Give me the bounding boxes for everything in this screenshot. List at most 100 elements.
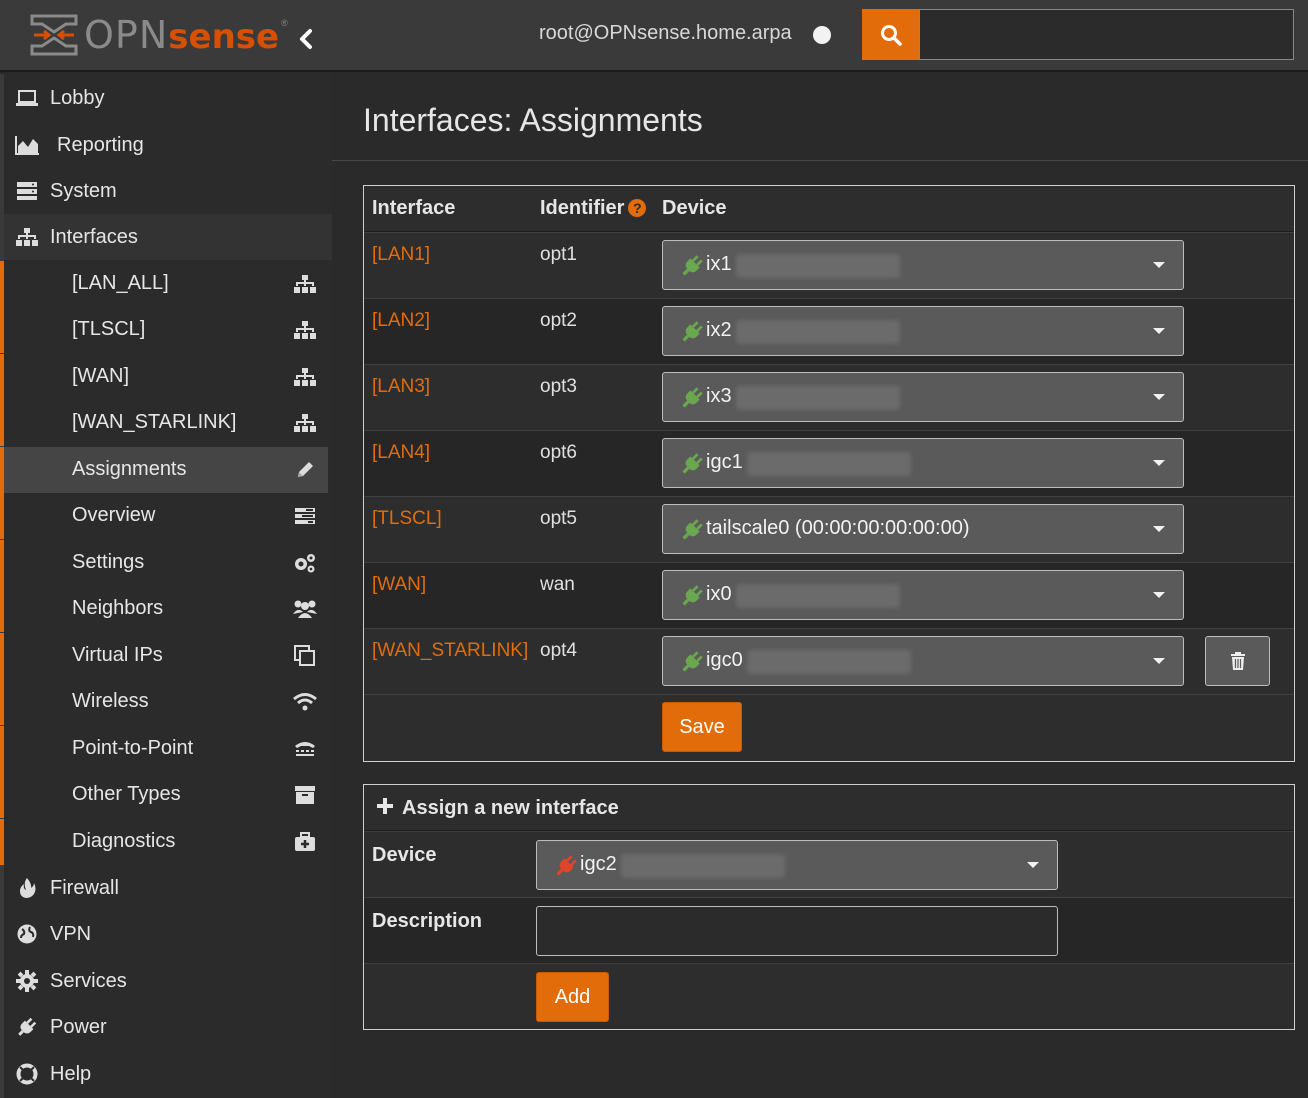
sidebar-subitem-other-types[interactable]: Other Types <box>0 772 328 818</box>
sidebar-item-label: Reporting <box>57 133 144 156</box>
device-select[interactable]: ix0 <box>662 570 1184 620</box>
column-header-identifier: Identifier? <box>540 197 647 220</box>
plug-connected-icon <box>682 519 703 540</box>
add-form-row: Add <box>364 963 1294 1029</box>
sidebar-subitem-wan-starlink[interactable]: [WAN_STARLINK] <box>0 400 328 446</box>
logo-registered-mark: ® <box>281 18 288 28</box>
caret-down-icon <box>1153 658 1165 664</box>
sidebar-item-vpn[interactable]: VPN <box>4 911 332 957</box>
table-header: Interface Identifier? Device <box>364 186 1294 232</box>
device-select[interactable]: igc0 <box>662 636 1184 686</box>
tasks-icon <box>292 503 318 529</box>
device-select[interactable]: igc1 <box>662 438 1184 488</box>
sidebar-item-system[interactable]: System <box>4 168 332 214</box>
sidebar-subitem-wireless[interactable]: Wireless <box>0 679 328 725</box>
plug-connected-icon <box>682 453 703 474</box>
device-name: ix3 <box>706 385 732 407</box>
clone-icon <box>292 643 318 669</box>
sidebar-subitem-label: Virtual IPs <box>72 644 163 666</box>
sidebar-subitem-virtual-ips[interactable]: Virtual IPs <box>0 633 328 679</box>
plug-connected-icon <box>682 651 703 672</box>
identifier-cell: opt2 <box>540 310 577 331</box>
identifier-cell: opt5 <box>540 508 577 529</box>
redacted-mac <box>621 854 785 878</box>
table-row: [LAN1] opt1 ix1 <box>364 232 1294 298</box>
tty-icon <box>292 736 318 762</box>
help-icon[interactable]: ? <box>628 199 647 217</box>
sidebar-subitem-lan-all[interactable]: [LAN_ALL] <box>0 261 328 307</box>
sidebar-subitem-label: [WAN] <box>72 365 130 387</box>
sidebar-subitem-assignments[interactable]: Assignments <box>0 447 328 493</box>
description-input[interactable] <box>536 906 1058 956</box>
sidebar-item-help[interactable]: Help <box>4 1051 332 1097</box>
device-label: Device <box>372 844 437 866</box>
sidebar-subitem-neighbors[interactable]: Neighbors <box>0 586 328 632</box>
sidebar-subitem-label: Diagnostics <box>72 830 176 852</box>
table-row: [LAN4] opt6 igc1 <box>364 430 1294 496</box>
sidebar-item-interfaces[interactable]: Interfaces <box>4 214 332 260</box>
sitemap-icon <box>292 271 318 297</box>
device-select[interactable]: ix1 <box>662 240 1184 290</box>
table-row: [WAN_STARLINK] opt4 igc0 <box>364 628 1294 694</box>
redacted-mac <box>736 320 900 344</box>
column-header-identifier-label: Identifier <box>540 197 625 219</box>
device-select[interactable]: ix2 <box>662 306 1184 356</box>
device-name: igc2 <box>580 853 617 875</box>
sidebar-collapse-button[interactable] <box>292 22 320 56</box>
interface-link[interactable]: [LAN3] <box>372 376 430 398</box>
sidebar-subitem-settings[interactable]: Settings <box>0 540 328 586</box>
opnsense-logo[interactable]: OPNsense ® <box>30 12 288 58</box>
device-select[interactable]: ix3 <box>662 372 1184 422</box>
top-header: OPNsense ® root@OPNsense.home.arpa <box>0 0 1308 72</box>
status-indicator-icon[interactable] <box>813 26 831 44</box>
interface-link[interactable]: [LAN2] <box>372 310 430 332</box>
device-name: tailscale0 (00:00:00:00:00:00) <box>706 517 970 539</box>
sidebar-item-reporting[interactable]: Reporting <box>4 122 332 168</box>
save-button[interactable]: Save <box>662 702 742 752</box>
wifi-icon <box>292 689 318 715</box>
sidebar-subitem-label: Wireless <box>72 690 149 712</box>
device-name: ix0 <box>706 583 732 605</box>
sidebar-item-services[interactable]: Services <box>4 958 332 1004</box>
logo-text-sense: sense <box>168 17 280 57</box>
cog-icon <box>14 968 40 994</box>
plug-disconnected-icon <box>556 855 577 876</box>
table-row: [LAN2] opt2 ix2 <box>364 298 1294 364</box>
new-device-select[interactable]: igc2 <box>536 840 1058 890</box>
description-label: Description <box>372 910 483 932</box>
interface-link[interactable]: [WAN_STARLINK] <box>372 640 528 662</box>
sidebar-item-power[interactable]: Power <box>4 1004 332 1050</box>
delete-interface-button[interactable] <box>1205 636 1270 686</box>
sidebar-subitem-label: Other Types <box>72 783 181 805</box>
device-select[interactable]: tailscale0 (00:00:00:00:00:00) <box>662 504 1184 554</box>
interface-link[interactable]: [LAN4] <box>372 442 430 464</box>
sidebar-subitem-wan[interactable]: [WAN] <box>0 354 328 400</box>
sidebar-item-firewall[interactable]: Firewall <box>4 865 332 911</box>
sidebar-item-label: Help <box>50 1062 92 1085</box>
caret-down-icon <box>1027 862 1039 868</box>
plug-icon <box>14 1014 40 1040</box>
redacted-mac <box>736 584 900 608</box>
assignments-table: Interface Identifier? Device [LAN1] opt1… <box>363 185 1295 762</box>
redacted-mac <box>736 386 900 410</box>
sidebar-subitem-overview[interactable]: Overview <box>0 493 328 539</box>
sidebar-item-lobby[interactable]: Lobby <box>4 75 332 121</box>
laptop-icon <box>14 85 40 111</box>
sitemap-icon <box>292 364 318 390</box>
interface-link[interactable]: [WAN] <box>372 574 426 596</box>
sidebar-subitem-tlscl[interactable]: [TLSCL] <box>0 307 328 353</box>
interface-link[interactable]: [LAN1] <box>372 244 430 266</box>
sidebar-subitem-label: [LAN_ALL] <box>72 272 169 294</box>
sidebar-subitem-point-to-point[interactable]: Point-to-Point <box>0 726 328 772</box>
search-button[interactable] <box>862 9 919 60</box>
sidebar-item-label: System <box>50 179 117 202</box>
logo-text: OPNsense <box>84 13 279 57</box>
sidebar-subitem-label: Point-to-Point <box>72 737 194 759</box>
device-form-row: Device igc2 <box>364 831 1294 897</box>
search-input[interactable] <box>919 9 1294 60</box>
sidebar-subitem-diagnostics[interactable]: Diagnostics <box>0 819 328 865</box>
assign-interface-panel: Assign a new interface Device igc2 Descr… <box>363 784 1295 1030</box>
add-button[interactable]: Add <box>536 972 609 1022</box>
interface-link[interactable]: [TLSCL] <box>372 508 442 530</box>
sidebar-item-label: Interfaces <box>50 225 138 248</box>
